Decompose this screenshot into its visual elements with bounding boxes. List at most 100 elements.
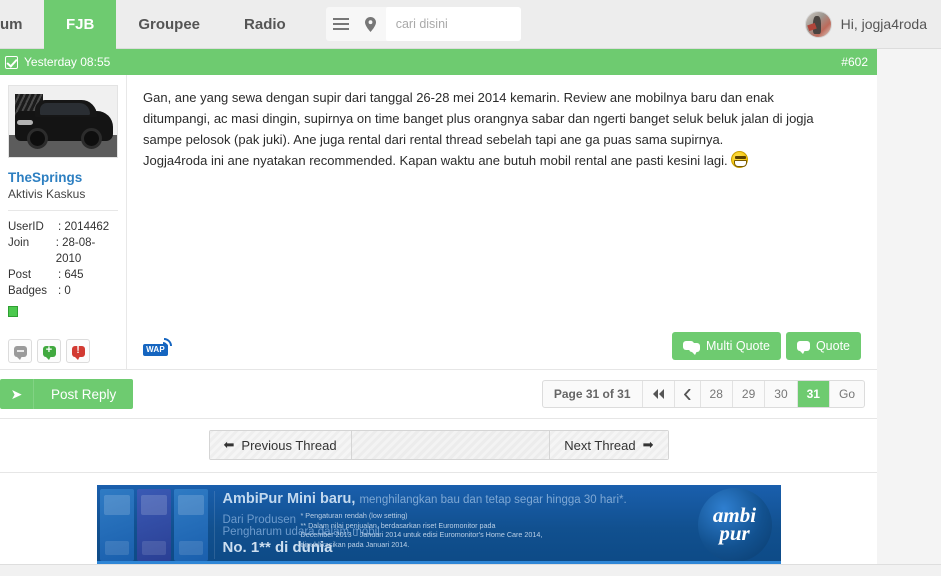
nav-item-label: um [0,16,23,33]
nav-item-radio[interactable]: Radio [222,0,308,49]
quote-buttons: Multi Quote Quote [672,332,861,360]
post-content: Gan, ane yang sewa dengan supir dari tan… [143,87,833,171]
nav-item-label: Groupee [138,16,201,33]
reply-arrow-icon: ➤ [0,379,34,409]
stat-value: : 645 [58,269,84,281]
next-thread-button[interactable]: Next Thread ➡ [549,431,668,459]
profile-bubble-button[interactable] [8,339,32,363]
suv-car-photo [9,86,117,157]
ad-footnote-4: dipublikasikan pada Januari 2014. [300,539,410,549]
wap-label: WAP [143,343,168,356]
first-page-button[interactable] [643,381,675,407]
report-post-button[interactable] [66,339,90,363]
multi-speech-bubble-icon [683,340,701,355]
bottom-strip [0,564,941,576]
ad-footnote-1: * Pengaturan rendah (low setting) [300,511,408,520]
search-box [385,7,521,41]
ad-banner-ambipur[interactable]: AmbiPur Mini baru, menghilangkan bau dan… [96,485,781,565]
stat-label: Post [8,269,32,281]
nav-item-forum[interactable]: um [0,0,44,49]
arrow-right-icon: ➡ [642,437,654,452]
main-navbar: um FJB Groupee Radio cari disini Hi, jog… [0,0,941,58]
stat-value: : 2014462 [58,221,110,233]
thread-nav: ⬅ Previous Thread Next Thread ➡ [208,430,669,460]
next-thread-label: Next Thread [564,437,636,453]
post-number[interactable]: #602 [841,55,868,69]
multi-quote-button[interactable]: Multi Quote [672,332,781,360]
stat-label: Join [8,237,30,249]
author-title: Aktivis Kaskus [8,187,86,201]
online-status-indicator [8,306,18,317]
page-indicator: Page 31 of 31 [543,381,643,407]
divider [213,491,215,559]
author-username[interactable]: TheSprings [8,170,118,185]
page-28-button[interactable]: 28 [701,381,733,407]
stat-join: Join : 28-08-2010 [8,235,118,267]
search-input[interactable] [395,17,521,31]
avatar [804,10,832,38]
post-meta-bar: Yesterday 08:55 #602 [0,49,877,75]
pagination: Page 31 of 31 28 29 30 31 Go [541,380,865,408]
badges-link[interactable]: 0 [64,285,70,297]
prev-page-button[interactable] [675,381,701,407]
author-avatar[interactable] [8,85,118,158]
post-footer: WAP Multi Quote Quote [143,332,861,369]
ad-logo: ambi pur [689,485,781,565]
post-reply-button[interactable]: ➤ Post Reply [0,379,134,409]
thread-nav-wrapper: ⬅ Previous Thread Next Thread ➡ [0,419,877,473]
ad-headline: AmbiPur Mini baru, menghilangkan bau dan… [222,491,627,507]
post-author-sidebar: TheSprings Aktivis Kaskus UserID : 20144… [0,75,127,369]
stat-userid: UserID : 2014462 [8,219,118,235]
page-root: um FJB Groupee Radio cari disini Hi, jog… [0,0,941,576]
stat-badges: Badges : 0 [8,283,118,299]
stat-value: : 0 [58,285,71,297]
location-pin-icon[interactable] [356,7,386,41]
nav-item-fjb[interactable]: FJB [44,0,117,58]
user-greeting: Hi, jogja4roda [840,16,927,32]
plus-bubble-icon [42,344,56,360]
user-menu[interactable]: Hi, jogja4roda [804,0,941,48]
post-main: Gan, ane yang sewa dengan supir dari tan… [127,75,877,369]
post-body: TheSprings Aktivis Kaskus UserID : 20144… [0,75,877,370]
stat-label: UserID [8,221,44,233]
alert-bubble-icon [71,344,85,360]
page-31-button[interactable]: 31 [797,381,830,407]
multi-quote-label: Multi Quote [706,339,770,353]
nav-item-groupee[interactable]: Groupee [116,0,222,49]
post-meta-left: Yesterday 08:55 [5,55,110,69]
stat-post: Post : 645 [8,267,118,283]
ad-footnote-2: ** Dalam nilai penjualan, berdasarkan ri… [300,520,496,530]
ad-text-block: AmbiPur Mini baru, menghilangkan bau dan… [223,485,689,565]
stat-value: : 28-08-2010 [55,237,96,265]
arrow-left-icon: ⬅ [223,437,235,452]
nav-search-group [325,7,521,41]
go-button[interactable]: Go [830,381,864,407]
post-reply-label: Post Reply [51,386,117,402]
post-timestamp: Yesterday 08:55 [24,55,111,69]
right-gutter [877,49,941,576]
ad-footnotes: * Pengaturan rendah (low setting) ** Dal… [301,511,611,549]
main-content: Yesterday 08:55 #602 TheSprings Aktivis … [0,49,877,576]
author-action-buttons [8,339,118,363]
checkbox-checked-icon[interactable] [5,55,18,69]
give-reputation-button[interactable] [37,339,61,363]
previous-thread-label: Previous Thread [241,437,337,453]
comment-bubble-icon [13,345,27,360]
hamburger-icon[interactable] [326,7,356,41]
speech-bubble-icon [796,341,810,354]
page-29-button[interactable]: 29 [733,381,766,407]
nav-item-label: Radio [244,16,286,33]
quote-button[interactable]: Quote [785,332,861,360]
ad-logo-bottom: pur [719,521,750,545]
nav-item-label: FJB [66,16,95,33]
quote-label: Quote [815,339,850,353]
stat-label: Badges [8,285,48,297]
reply-pagination-row: ➤ Post Reply Page 31 of 31 28 29 30 31 G… [0,370,877,419]
wap-icon[interactable]: WAP [143,334,176,357]
ad-headline-sub: menghilangkan bau dan tetap segar hingga… [359,494,627,506]
post-paragraph-1: Gan, ane yang sewa dengan supir dari tan… [143,90,814,147]
ad-footnote-3: December 2013 – Januari 2014 untuk edisi… [300,530,543,539]
grinning-face-emoticon [730,151,748,168]
previous-thread-button[interactable]: ⬅ Previous Thread [209,431,352,459]
page-30-button[interactable]: 30 [765,381,798,407]
